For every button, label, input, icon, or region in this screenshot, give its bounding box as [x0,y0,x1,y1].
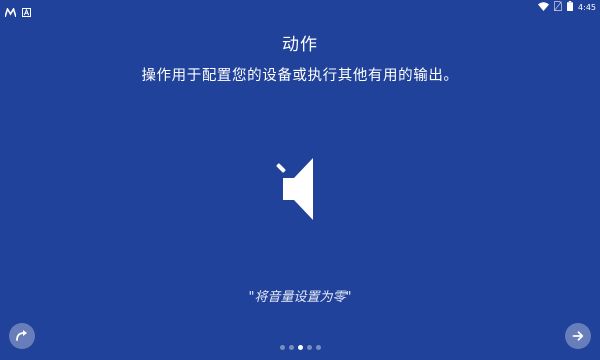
status-right: 4:45 [538,1,596,15]
font-icon [22,2,31,21]
page-dot-active [297,345,303,350]
tutorial-screen: 4:45 动作 操作用于配置您的设备或执行其他有用的输出。 "将音量设置为零" [0,0,600,360]
next-button[interactable] [565,323,591,349]
page-dot [288,345,294,350]
status-left [4,2,31,21]
redo-arrow-icon [15,327,29,346]
page-dot [306,345,312,350]
status-bar: 4:45 [0,0,600,18]
wifi-icon [538,1,550,15]
maps-icon [4,2,17,21]
speaker-muted-icon [271,156,317,222]
page-dot [315,345,321,350]
arrow-right-icon [572,327,584,346]
page-dot [279,345,285,350]
page-subtitle: 操作用于配置您的设备或执行其他有用的输出。 [141,68,459,84]
page-indicator [0,345,600,350]
battery-icon [567,1,574,15]
example-caption: "将音量设置为零" [248,290,352,305]
clock: 4:45 [578,3,596,12]
no-sim-icon [554,1,562,15]
page-title: 动作 [282,35,318,55]
